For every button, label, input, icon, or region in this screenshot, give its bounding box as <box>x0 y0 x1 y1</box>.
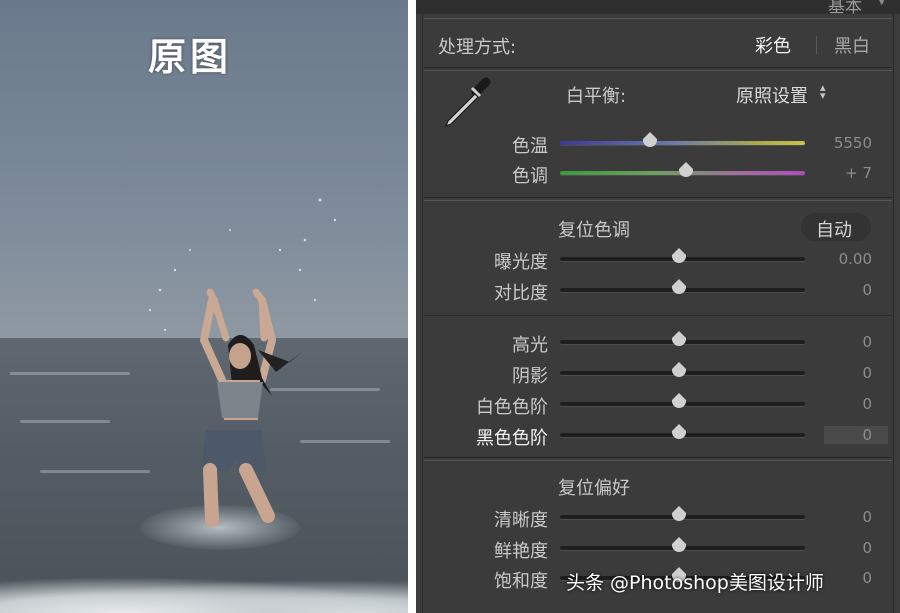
slider-label: 阴影 <box>512 366 548 387</box>
adjustment-slider[interactable] <box>560 279 805 294</box>
basic-panel: 基本 ▼ 处理方式: 彩色 黑白 白平衡: 原照设置 ▴ ▾ 色温 5550 色调… <box>416 0 900 613</box>
tint-value[interactable]: + 7 <box>824 164 872 182</box>
reset-presence-button[interactable]: 复位偏好 <box>558 474 630 500</box>
adjustment-slider[interactable] <box>560 248 805 263</box>
tint-slider[interactable] <box>560 162 805 177</box>
slider-label: 饱和度 <box>494 571 548 592</box>
auto-tone-button[interactable]: 自动 <box>816 216 852 242</box>
slider-label: 白色色阶 <box>476 397 548 418</box>
slider-label: 对比度 <box>494 283 548 304</box>
adjustment-slider[interactable] <box>560 424 805 439</box>
white-balance-label: 白平衡: <box>566 86 627 107</box>
slider-value[interactable]: 0 <box>824 569 872 587</box>
slider-label: 清晰度 <box>494 510 548 531</box>
slider-label: 高光 <box>512 335 548 356</box>
panel-header-title[interactable]: 基本 <box>828 0 862 17</box>
temp-slider[interactable] <box>560 132 805 147</box>
eyedropper-icon[interactable] <box>438 74 494 130</box>
panel-border <box>893 14 894 613</box>
collapse-triangle-icon[interactable]: ▼ <box>878 0 886 7</box>
adjustment-slider[interactable] <box>560 537 805 552</box>
slider-label: 曝光度 <box>494 252 548 273</box>
slider-value[interactable]: 0.00 <box>824 250 872 268</box>
panel-border <box>422 14 423 613</box>
slider-value[interactable]: 0 <box>824 395 872 413</box>
watermark-text: 头条 @Photoshop美图设计师 <box>566 572 824 594</box>
slider-value[interactable]: 0 <box>824 508 872 526</box>
slider-value[interactable]: 0 <box>824 333 872 351</box>
option-divider <box>816 36 817 54</box>
tint-label: 色调 <box>512 166 548 187</box>
original-caption: 原图 <box>148 34 233 79</box>
treatment-bw-option[interactable]: 黑白 <box>834 32 870 58</box>
woman-figure <box>148 198 337 527</box>
reset-tone-button[interactable]: 复位色调 <box>558 216 630 242</box>
divider <box>408 0 416 613</box>
slider-label: 黑色色阶 <box>476 428 548 449</box>
adjustment-slider[interactable] <box>560 331 805 346</box>
slider-value[interactable]: 0 <box>824 364 872 382</box>
slider-label: 鲜艳度 <box>494 541 548 562</box>
slider-value[interactable]: 0 <box>824 281 872 299</box>
white-balance-preset[interactable]: 原照设置 <box>736 82 808 108</box>
temp-label: 色温 <box>512 136 548 157</box>
temp-value[interactable]: 5550 <box>824 134 872 152</box>
adjustment-slider[interactable] <box>560 393 805 408</box>
adjustment-slider[interactable] <box>560 362 805 377</box>
slider-value[interactable]: 0 <box>824 426 888 444</box>
section-divider <box>424 315 892 316</box>
preset-stepper-icon[interactable]: ▴ ▾ <box>820 82 826 101</box>
treatment-color-option[interactable]: 彩色 <box>755 32 791 58</box>
original-photo: 原图 <box>0 0 408 613</box>
slider-value[interactable]: 0 <box>824 539 872 557</box>
adjustment-slider[interactable] <box>560 506 805 521</box>
treatment-label: 处理方式: <box>438 37 517 58</box>
